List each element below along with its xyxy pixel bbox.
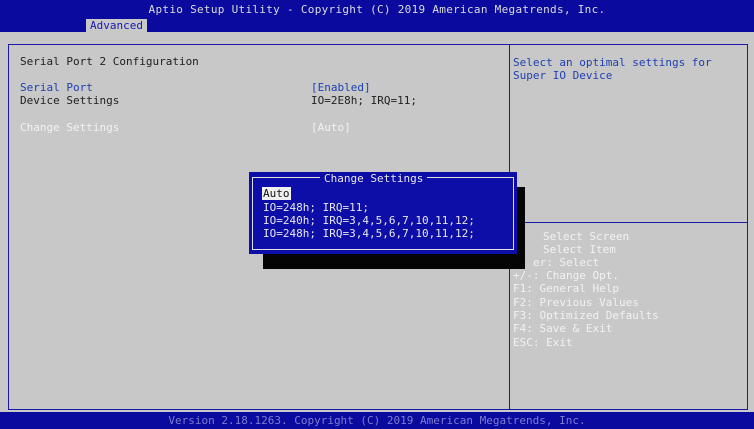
device-settings-value: IO=2E8h; IRQ=11;	[311, 94, 417, 107]
tab-advanced[interactable]: Advanced	[86, 19, 147, 32]
change-settings-value[interactable]: [Auto]	[311, 121, 351, 134]
serial-port-label[interactable]: Serial Port	[20, 81, 93, 94]
footer-bar: Version 2.18.1263. Copyright (C) 2019 Am…	[0, 412, 754, 429]
key-save-exit: F4: Save & Exit	[513, 322, 613, 335]
key-enter-select: er: Select	[533, 256, 600, 269]
version-text: Version 2.18.1263. Copyright (C) 2019 Am…	[168, 414, 586, 427]
key-change-opt: +/-: Change Opt.	[513, 269, 619, 282]
key-general-help: F1: General Help	[513, 282, 619, 295]
help-text-line2: Super IO Device	[513, 69, 613, 82]
key-select-screen: Select Screen	[543, 230, 630, 243]
device-settings-label: Device Settings	[20, 94, 120, 107]
key-optimized-defaults: F3: Optimized Defaults	[513, 309, 659, 322]
change-settings-label[interactable]: Change Settings	[20, 121, 119, 134]
key-select-item: Select Item	[543, 243, 616, 256]
popup-option-4[interactable]: IO=248h; IRQ=3,4,5,6,7,10,11,12;	[263, 227, 475, 240]
popup-option-2[interactable]: IO=248h; IRQ=11;	[263, 201, 369, 214]
popup-option-3[interactable]: IO=240h; IRQ=3,4,5,6,7,10,11,12;	[263, 214, 475, 227]
section-title: Serial Port 2 Configuration	[20, 55, 199, 68]
title-bar: Aptio Setup Utility - Copyright (C) 2019…	[0, 0, 754, 32]
help-divider	[509, 222, 748, 223]
popup-title: Change Settings	[320, 172, 428, 185]
help-text-line1: Select an optimal settings for	[513, 56, 712, 69]
serial-port-value[interactable]: [Enabled]	[311, 81, 371, 94]
popup-option-auto[interactable]: Auto	[262, 187, 291, 200]
app-title: Aptio Setup Utility - Copyright (C) 2019…	[148, 3, 606, 16]
key-previous-values: F2: Previous Values	[513, 296, 639, 309]
change-settings-dialog: Change Settings Auto IO=248h; IRQ=11; IO…	[249, 172, 517, 254]
key-esc-exit: ESC: Exit	[513, 336, 573, 349]
